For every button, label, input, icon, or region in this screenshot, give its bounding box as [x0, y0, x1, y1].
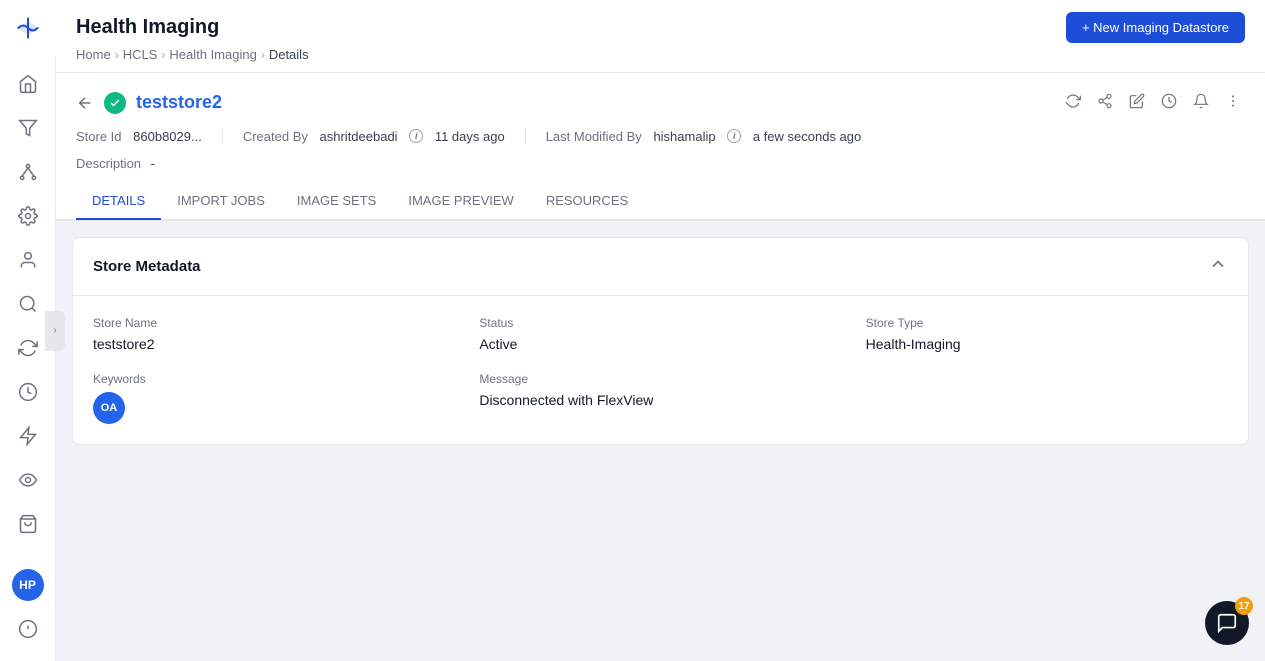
last-modified-value: hishamalip	[653, 129, 715, 144]
store-meta: Store Id 860b8029... Created By ashritde…	[56, 128, 1265, 156]
sidebar-logo	[0, 0, 56, 56]
metadata-header: Store Metadata	[73, 238, 1248, 296]
last-modified-time: a few seconds ago	[753, 129, 861, 144]
store-id-value: 860b8029...	[133, 129, 202, 144]
metadata-keywords: Keywords OA	[93, 372, 455, 424]
breadcrumb-hcls[interactable]: HCLS	[123, 47, 158, 62]
store-edit-btn[interactable]	[1125, 89, 1149, 116]
description-value: -	[151, 156, 155, 171]
description-label: Description	[76, 156, 141, 171]
sidebar-item-waves[interactable]	[8, 460, 48, 500]
new-datastore-button[interactable]: + New Imaging Datastore	[1066, 12, 1245, 43]
metadata-message: Message Disconnected with FlexView	[479, 372, 841, 424]
store-id-item: Store Id 860b8029...	[76, 129, 222, 144]
tab-resources[interactable]: RESOURCES	[530, 183, 644, 220]
sidebar: HP ›	[0, 0, 56, 661]
store-type-field-value: Health-Imaging	[866, 336, 1228, 352]
last-modified-label: Last Modified By	[546, 129, 642, 144]
sidebar-item-bag[interactable]	[8, 504, 48, 544]
created-by-value: ashritdeebadi	[320, 129, 398, 144]
sidebar-item-info[interactable]	[8, 609, 48, 649]
store-refresh-btn[interactable]	[1061, 89, 1085, 116]
user-avatar[interactable]: HP	[12, 569, 44, 601]
store-meta-divider-1	[222, 128, 223, 144]
chat-badge: 17	[1235, 597, 1253, 615]
metadata-collapse-btn[interactable]	[1208, 254, 1228, 279]
sidebar-item-lightning[interactable]	[8, 416, 48, 456]
metadata-body: Store Name teststore2 Status Active Stor…	[73, 296, 1248, 444]
store-name-label: Store Name	[93, 316, 455, 330]
tab-image-preview[interactable]: IMAGE PREVIEW	[392, 183, 529, 220]
status-label: Status	[479, 316, 841, 330]
message-field-value: Disconnected with FlexView	[479, 392, 841, 408]
metadata-section: Store Metadata Store Name teststore2 Sta…	[72, 237, 1249, 445]
keyword-badge-oa[interactable]: OA	[93, 392, 125, 424]
store-type-label: Store Type	[866, 316, 1228, 330]
metadata-store-type: Store Type Health-Imaging	[866, 316, 1228, 352]
tab-bar: DETAILS IMPORT JOBS IMAGE SETS IMAGE PRE…	[56, 183, 1265, 220]
breadcrumb-sep-2: ›	[161, 48, 165, 62]
metadata-grid-row1: Store Name teststore2 Status Active Stor…	[93, 316, 1228, 352]
message-label: Message	[479, 372, 841, 386]
created-by-time: 11 days ago	[435, 129, 505, 144]
store-id-label: Store Id	[76, 129, 122, 144]
top-header: Health Imaging + New Imaging Datastore H…	[56, 0, 1265, 73]
store-title[interactable]: teststore2	[136, 92, 222, 113]
metadata-store-name: Store Name teststore2	[93, 316, 455, 352]
last-modified-item: Last Modified By hishamalip i a few seco…	[546, 129, 882, 144]
store-detail-header: teststore2	[56, 73, 1265, 128]
breadcrumb-health-imaging[interactable]: Health Imaging	[169, 47, 256, 62]
tab-details[interactable]: DETAILS	[76, 183, 161, 220]
store-more-btn[interactable]	[1221, 89, 1245, 116]
store-description: Description -	[56, 156, 1265, 183]
sidebar-item-nodes[interactable]	[8, 152, 48, 192]
store-bell-btn[interactable]	[1189, 89, 1213, 116]
breadcrumb: Home › HCLS › Health Imaging › Details	[76, 47, 1245, 72]
tab-import-jobs[interactable]: IMPORT JOBS	[161, 183, 281, 220]
store-status-icon	[104, 92, 126, 114]
store-name-field-value: teststore2	[93, 336, 455, 352]
sidebar-item-home[interactable]	[8, 64, 48, 104]
metadata-status: Status Active	[479, 316, 841, 352]
store-history-btn[interactable]	[1157, 89, 1181, 116]
created-by-item: Created By ashritdeebadi i 11 days ago	[243, 129, 525, 144]
breadcrumb-current: Details	[269, 47, 309, 62]
sidebar-item-user[interactable]	[8, 240, 48, 280]
chat-widget[interactable]: 17	[1205, 601, 1249, 645]
breadcrumb-home[interactable]: Home	[76, 47, 111, 62]
created-by-label: Created By	[243, 129, 308, 144]
keywords-label: Keywords	[93, 372, 455, 386]
sidebar-item-cycle[interactable]	[8, 328, 48, 368]
sidebar-collapse-btn[interactable]: ›	[45, 311, 65, 351]
back-button[interactable]	[76, 94, 94, 112]
sidebar-nav	[8, 56, 48, 557]
sidebar-bottom: HP	[8, 557, 48, 661]
metadata-grid-row2: Keywords OA Message Disconnected with Fl…	[93, 372, 1228, 424]
breadcrumb-sep-3: ›	[261, 48, 265, 62]
sidebar-item-clock[interactable]	[8, 372, 48, 412]
store-detail-card: teststore2	[56, 73, 1265, 221]
store-actions	[1061, 89, 1245, 116]
breadcrumb-sep-1: ›	[115, 48, 119, 62]
sidebar-item-location[interactable]	[8, 284, 48, 324]
tab-image-sets[interactable]: IMAGE SETS	[281, 183, 392, 220]
last-modified-info-icon[interactable]: i	[727, 129, 741, 143]
store-name-row: teststore2	[76, 92, 222, 114]
sidebar-item-filter[interactable]	[8, 108, 48, 148]
main-content: Health Imaging + New Imaging Datastore H…	[56, 0, 1265, 661]
status-field-value: Active	[479, 336, 841, 352]
metadata-title: Store Metadata	[93, 258, 201, 275]
created-by-info-icon[interactable]: i	[409, 129, 423, 143]
detail-area: teststore2	[56, 73, 1265, 661]
sidebar-item-settings[interactable]	[8, 196, 48, 236]
store-meta-divider-2	[525, 128, 526, 144]
store-share-btn[interactable]	[1093, 89, 1117, 116]
page-title: Health Imaging	[76, 16, 219, 39]
